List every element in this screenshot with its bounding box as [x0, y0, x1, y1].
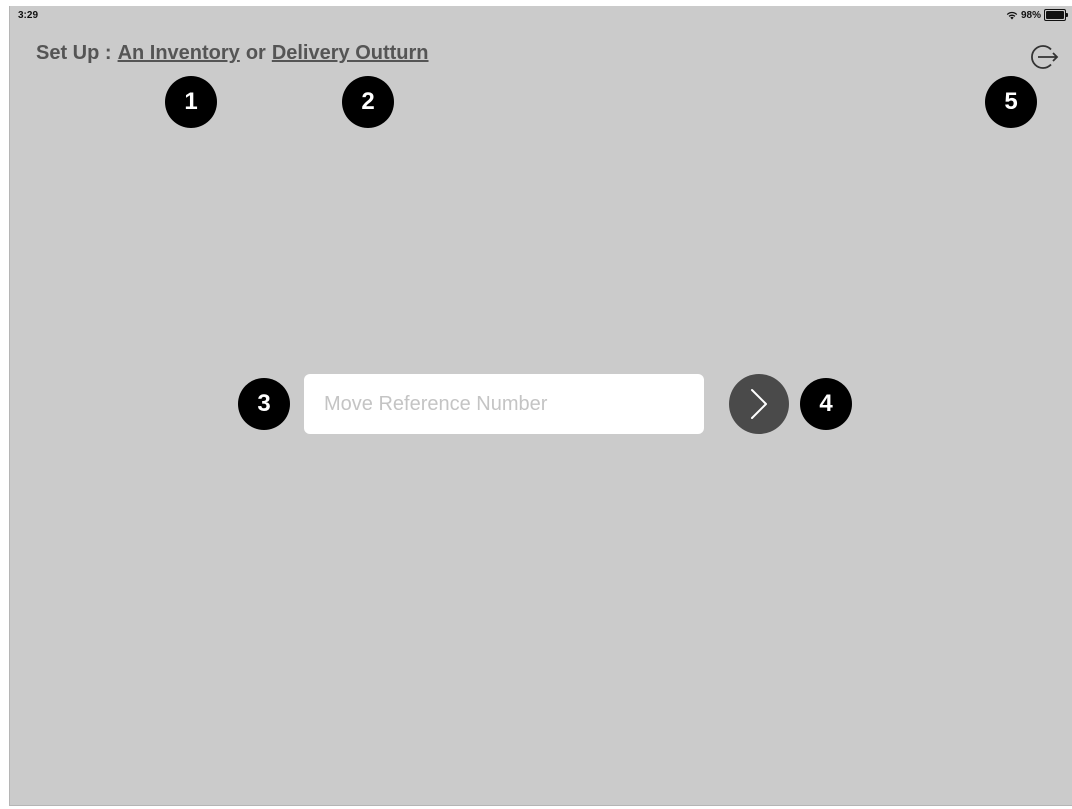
battery-percent: 98%	[1020, 9, 1041, 21]
callout-badge-4: 4	[800, 378, 852, 430]
status-time: 3:29	[18, 10, 39, 21]
callout-badge-2: 2	[342, 76, 394, 128]
move-reference-input[interactable]	[304, 374, 704, 434]
setup-header: Set Up : An Inventory or Delivery Outtur…	[36, 42, 429, 65]
app-screen: 3:29 98% Set Up : An Inventory or Delive…	[9, 6, 1072, 806]
logout-icon	[1031, 45, 1059, 69]
wifi-icon	[1006, 11, 1018, 20]
callout-badge-3: 3	[238, 378, 290, 430]
callout-badge-1: 1	[165, 76, 217, 128]
setup-prefix: Set Up :	[36, 42, 112, 64]
submit-button[interactable]	[729, 374, 789, 434]
inventory-link[interactable]: An Inventory	[118, 42, 240, 65]
setup-connector: or	[245, 42, 266, 64]
callout-badge-5: 5	[985, 76, 1037, 128]
delivery-outturn-link[interactable]: Delivery Outturn	[272, 42, 429, 65]
logout-button[interactable]	[1029, 42, 1059, 72]
battery-fill	[1046, 11, 1064, 19]
battery-icon	[1044, 9, 1068, 21]
chevron-right-icon	[751, 389, 767, 419]
status-indicators: 98%	[1006, 9, 1068, 21]
